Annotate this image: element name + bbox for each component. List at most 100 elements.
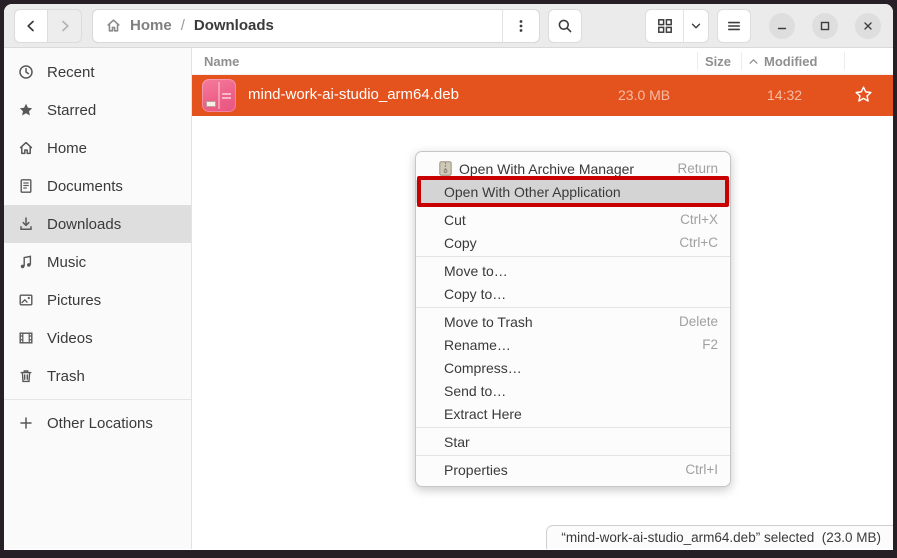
hamburger-menu-icon (726, 18, 742, 34)
close-button[interactable] (855, 13, 881, 39)
column-divider (741, 52, 742, 70)
sidebar-item-documents[interactable]: Documents (4, 167, 191, 205)
menu-item-compress[interactable]: Compress… (416, 356, 730, 379)
sidebar-item-label: Documents (47, 178, 123, 195)
home-icon (18, 140, 34, 156)
navigation-buttons (14, 9, 82, 43)
sidebar-item-label: Recent (47, 64, 95, 81)
menu-item-open-with-archive-manager[interactable]: Open With Archive Manager Return (416, 157, 730, 180)
menu-separator (416, 455, 730, 456)
menu-item-cut[interactable]: Cut Ctrl+X (416, 208, 730, 231)
maximize-icon (819, 20, 831, 32)
sidebar-item-music[interactable]: Music (4, 243, 191, 281)
file-manager-window: Home / Downloads (4, 4, 893, 550)
menu-item-copy[interactable]: Copy Ctrl+C (416, 231, 730, 254)
file-modified-time: 14:32 (767, 87, 802, 103)
path-bar[interactable]: Home / Downloads (92, 9, 540, 43)
sidebar-item-downloads[interactable]: Downloads (4, 205, 191, 243)
headerbar-right-cluster (645, 9, 881, 43)
minimize-icon (776, 20, 788, 32)
close-icon (862, 20, 874, 32)
minimize-button[interactable] (769, 13, 795, 39)
menu-separator (416, 256, 730, 257)
window-controls (769, 13, 881, 39)
kebab-menu-icon (513, 18, 529, 34)
maximize-button[interactable] (812, 13, 838, 39)
menu-item-extract-here[interactable]: Extract Here (416, 402, 730, 425)
column-header-size[interactable]: Size (705, 54, 731, 69)
sidebar-item-label: Pictures (47, 292, 101, 309)
sidebar-item-videos[interactable]: Videos (4, 319, 191, 357)
menu-item-copy-to[interactable]: Copy to… (416, 282, 730, 305)
menu-item-properties[interactable]: Properties Ctrl+I (416, 458, 730, 481)
sidebar-item-label: Music (47, 254, 86, 271)
breadcrumb-separator: / (181, 17, 185, 34)
breadcrumb-home[interactable]: Home (130, 17, 172, 34)
menu-accel: Ctrl+X (680, 212, 718, 227)
menu-item-star[interactable]: Star (416, 430, 730, 453)
back-icon (23, 18, 39, 34)
sort-ascending-icon (748, 56, 759, 67)
headerbar: Home / Downloads (4, 4, 893, 48)
column-divider (844, 52, 845, 70)
list-header: Name Size Modified (192, 48, 893, 75)
plus-icon (18, 415, 34, 431)
search-icon (557, 18, 573, 34)
context-menu: Open With Archive Manager Return Open Wi… (415, 151, 731, 487)
file-size: 23.0 MB (618, 87, 670, 103)
menu-accel: Delete (679, 314, 718, 329)
sidebar-item-label: Videos (47, 330, 93, 347)
download-arrow-icon (18, 216, 34, 232)
menu-separator (416, 205, 730, 206)
path-options-button[interactable] (502, 10, 539, 42)
grid-view-button[interactable] (646, 10, 683, 42)
archive-manager-icon (439, 161, 452, 176)
menu-accel: Ctrl+C (679, 235, 718, 250)
menu-separator (416, 307, 730, 308)
home-icon (105, 17, 122, 34)
menu-accel: Return (677, 161, 718, 176)
sidebar-item-trash[interactable]: Trash (4, 357, 191, 395)
film-icon (18, 330, 34, 346)
view-options-button[interactable] (683, 10, 708, 42)
forward-button[interactable] (48, 9, 82, 43)
menu-accel: Ctrl+I (685, 462, 718, 477)
column-divider (697, 52, 698, 70)
menu-accel: F2 (702, 337, 718, 352)
sidebar-item-label: Trash (47, 368, 85, 385)
sidebar-item-label: Starred (47, 102, 96, 119)
sidebar-item-starred[interactable]: Starred (4, 91, 191, 129)
sidebar-item-other-locations[interactable]: Other Locations (4, 404, 191, 442)
view-toggle-split-button (645, 9, 709, 43)
menu-item-move-to[interactable]: Move to… (416, 259, 730, 282)
column-header-modified[interactable]: Modified (748, 54, 817, 69)
search-button[interactable] (548, 9, 582, 43)
menu-item-rename[interactable]: Rename… F2 (416, 333, 730, 356)
back-button[interactable] (14, 9, 48, 43)
sidebar-item-home[interactable]: Home (4, 129, 191, 167)
breadcrumb-current[interactable]: Downloads (194, 17, 274, 34)
selection-status-bar: “mind-work-ai-studio_arm64.deb” selected… (546, 525, 893, 549)
column-header-name[interactable]: Name (204, 54, 239, 69)
sidebar-item-label: Other Locations (47, 415, 153, 432)
trash-icon (18, 368, 34, 384)
sidebar-item-label: Home (47, 140, 87, 157)
main-menu-button[interactable] (717, 9, 751, 43)
music-note-icon (18, 254, 34, 270)
menu-item-send-to[interactable]: Send to… (416, 379, 730, 402)
chevron-down-icon (689, 19, 703, 33)
menu-item-move-to-trash[interactable]: Move to Trash Delete (416, 310, 730, 333)
menu-item-open-with-other-application[interactable]: Open With Other Application (416, 180, 730, 203)
grid-view-icon (657, 18, 673, 34)
sidebar: Recent Starred Home Documents Downloads … (4, 48, 192, 549)
star-icon (18, 102, 34, 118)
sidebar-item-label: Downloads (47, 216, 121, 233)
image-icon (18, 292, 34, 308)
sidebar-item-pictures[interactable]: Pictures (4, 281, 191, 319)
menu-separator (416, 427, 730, 428)
star-outline-icon[interactable] (854, 85, 873, 104)
forward-icon (57, 18, 73, 34)
sidebar-item-recent[interactable]: Recent (4, 53, 191, 91)
file-row-selected[interactable]: mind-work-ai-studio_arm64.deb 23.0 MB 14… (192, 75, 893, 116)
deb-package-icon (202, 79, 236, 112)
